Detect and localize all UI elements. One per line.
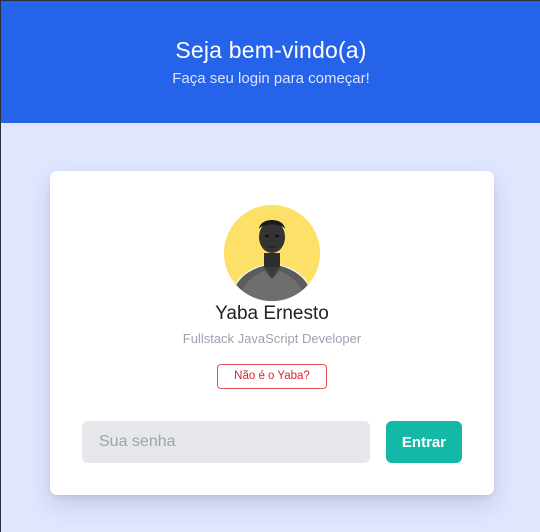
password-input[interactable] bbox=[82, 421, 370, 463]
login-card: Yaba Ernesto Fullstack JavaScript Develo… bbox=[50, 171, 494, 495]
profile-name: Yaba Ernesto bbox=[215, 303, 329, 324]
profile-role: Fullstack JavaScript Developer bbox=[182, 331, 362, 346]
page-subtitle: Faça seu login para começar! bbox=[172, 70, 370, 87]
login-button[interactable]: Entrar bbox=[386, 421, 462, 463]
page-title: Seja bem-vindo(a) bbox=[175, 37, 367, 63]
avatar bbox=[224, 205, 320, 301]
profile-photo-icon bbox=[224, 205, 320, 301]
not-you-button[interactable]: Não é o Yaba? bbox=[217, 364, 327, 389]
login-page: Seja bem-vindo(a) Faça seu login para co… bbox=[0, 0, 540, 532]
welcome-header: Seja bem-vindo(a) Faça seu login para co… bbox=[1, 1, 540, 123]
